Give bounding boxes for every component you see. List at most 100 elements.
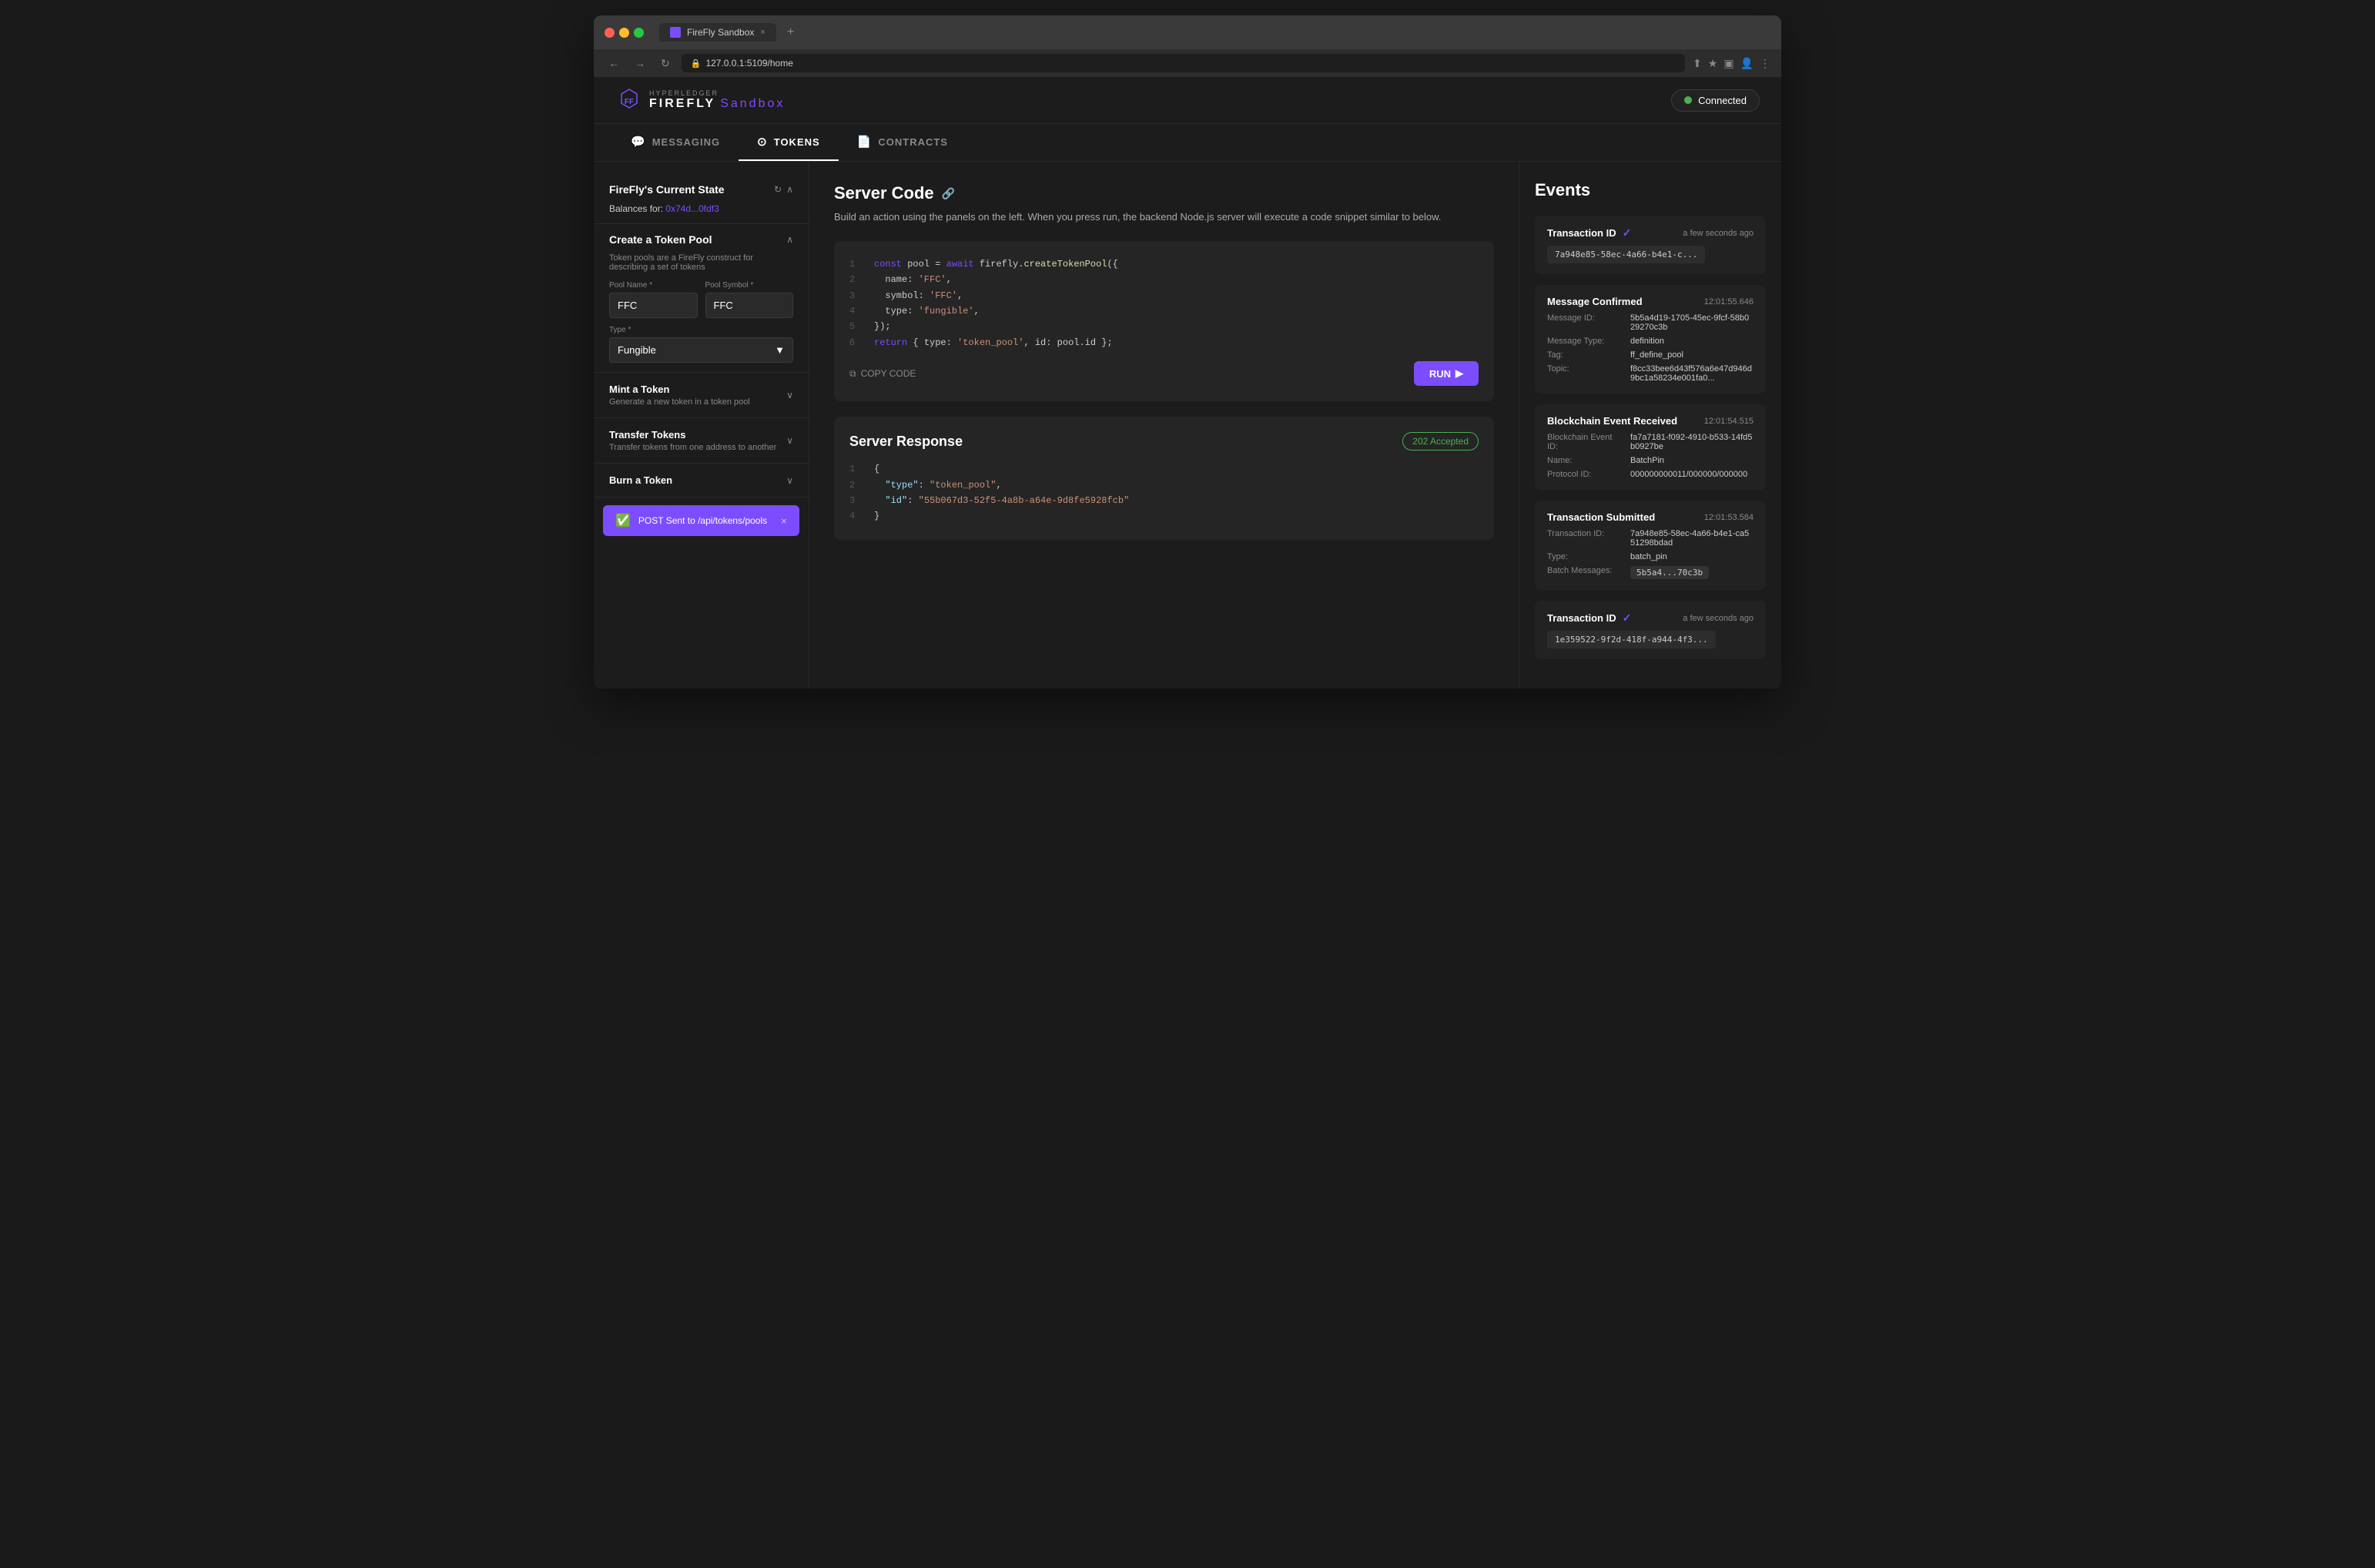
- close-window-button[interactable]: [605, 28, 615, 38]
- transfer-tokens-chevron[interactable]: ∨: [786, 435, 793, 446]
- event-card-transaction-id-1: Transaction ID ✓ a few seconds ago 7a948…: [1535, 216, 1766, 274]
- event-card-blockchain-event: Blockchain Event Received 12:01:54.515 B…: [1535, 404, 1766, 490]
- batch-messages-label: Batch Messages:: [1547, 566, 1624, 579]
- status-badge: 202 Accepted: [1402, 432, 1479, 451]
- bookmark-icon[interactable]: ★: [1708, 57, 1718, 70]
- event-row-tag: Tag: ff_define_pool: [1547, 350, 1754, 360]
- event-card-2-header: Message Confirmed 12:01:55.646: [1547, 296, 1754, 307]
- reload-button[interactable]: ↻: [657, 55, 674, 72]
- url-input[interactable]: 🔒 127.0.0.1:5109/home: [682, 54, 1685, 72]
- events-title: Events: [1535, 180, 1766, 200]
- tab-contracts-label: CONTRACTS: [878, 136, 948, 148]
- pool-name-symbol-row: Pool Name * Pool Symbol *: [609, 281, 793, 318]
- pool-type-label: Type *: [609, 326, 793, 334]
- create-pool-toggle[interactable]: ∧: [786, 234, 793, 245]
- burn-token-header[interactable]: Burn a Token ∨: [609, 474, 793, 486]
- maximize-window-button[interactable]: [634, 28, 644, 38]
- server-response-title: Server Response: [849, 434, 963, 450]
- copy-code-label: COPY CODE: [861, 368, 916, 379]
- toast-message: POST Sent to /api/tokens/pools: [638, 515, 767, 526]
- url-text: 127.0.0.1:5109/home: [705, 58, 792, 69]
- server-code-desc: Build an action using the panels on the …: [834, 209, 1494, 226]
- toast-notification: ✅ POST Sent to /api/tokens/pools ×: [603, 505, 799, 536]
- txn-type-label: Type:: [1547, 552, 1624, 561]
- collapse-icon[interactable]: ∧: [786, 184, 793, 195]
- link-icon[interactable]: 🔗: [942, 187, 955, 200]
- tab-contracts[interactable]: 📄 CONTRACTS: [839, 124, 966, 161]
- svg-text:FF: FF: [625, 98, 634, 106]
- balance-address: 0x74d...0fdf3: [665, 203, 719, 214]
- toast-close-button[interactable]: ×: [781, 515, 787, 527]
- chevron-down-icon: ▼: [775, 344, 785, 356]
- transfer-tokens-title: Transfer Tokens: [609, 429, 776, 441]
- msg-id-value: 5b5a4d19-1705-45ec-9fcf-58b029270c3b: [1630, 313, 1754, 332]
- pool-symbol-input[interactable]: [705, 293, 794, 318]
- tag-label: Tag:: [1547, 350, 1624, 360]
- event-card-transaction-submitted: Transaction Submitted 12:01:53.584 Trans…: [1535, 501, 1766, 590]
- pool-symbol-field: Pool Symbol *: [705, 281, 794, 318]
- logo-firefly: FIREFLYSandbox: [649, 97, 785, 111]
- response-line-3: 3 "id": "55b067d3-52f5-4a8b-a64e-9d8fe59…: [849, 493, 1479, 508]
- event-card-1-header: Transaction ID ✓ a few seconds ago: [1547, 226, 1754, 240]
- pool-name-input[interactable]: [609, 293, 698, 318]
- minimize-window-button[interactable]: [619, 28, 629, 38]
- logo-area: FF HYPERLEDGER FIREFLYSandbox: [615, 86, 785, 114]
- refresh-icon[interactable]: ↻: [774, 184, 782, 195]
- tab-close-button[interactable]: ×: [760, 28, 765, 37]
- nav-tabs: 💬 MESSAGING ⊙ TOKENS 📄 CONTRACTS: [594, 124, 1781, 162]
- transaction-id-badge-2: 1e359522-9f2d-418f-a944-4f3...: [1547, 631, 1716, 648]
- msg-type-value: definition: [1630, 337, 1664, 346]
- connected-indicator: [1684, 96, 1692, 104]
- code-line-4: 4 type: 'fungible',: [849, 303, 1479, 319]
- bc-id-label: Blockchain Event ID:: [1547, 433, 1624, 451]
- server-code-title: Server Code: [834, 183, 934, 203]
- topic-label: Topic:: [1547, 364, 1624, 383]
- mint-token-title: Mint a Token: [609, 384, 750, 395]
- transfer-tokens-desc: Transfer tokens from one address to anot…: [609, 443, 776, 452]
- msg-id-label: Message ID:: [1547, 313, 1624, 332]
- copy-code-button[interactable]: ⧉ COPY CODE: [849, 368, 916, 380]
- tag-value: ff_define_pool: [1630, 350, 1683, 360]
- browser-titlebar: FireFly Sandbox × +: [594, 15, 1781, 49]
- new-tab-button[interactable]: +: [782, 25, 799, 39]
- burn-token-chevron[interactable]: ∨: [786, 475, 793, 486]
- mint-token-chevron[interactable]: ∨: [786, 390, 793, 400]
- protocol-id-label: Protocol ID:: [1547, 470, 1624, 479]
- toast-check-icon: ✅: [615, 513, 631, 528]
- connected-badge: Connected: [1671, 89, 1760, 112]
- menu-icon[interactable]: ⋮: [1760, 57, 1770, 70]
- transfer-tokens-header[interactable]: Transfer Tokens Transfer tokens from one…: [609, 429, 793, 452]
- sidebar-icon[interactable]: ▣: [1723, 57, 1734, 70]
- code-line-3: 3 symbol: 'FFC',: [849, 288, 1479, 303]
- event-row-topic: Topic: f8cc33bee6d43f576a6e47d946d9bc1a5…: [1547, 364, 1754, 383]
- burn-token-text: Burn a Token: [609, 474, 672, 486]
- state-toggle[interactable]: ↻ ∧: [774, 184, 793, 195]
- event-card-5-header: Transaction ID ✓ a few seconds ago: [1547, 611, 1754, 625]
- event-time-4: 12:01:53.584: [1704, 513, 1754, 522]
- app-header: FF HYPERLEDGER FIREFLYSandbox Connected: [594, 77, 1781, 124]
- bc-id-value: fa7a7181-f092-4910-b533-14fd5b0927be: [1630, 433, 1754, 451]
- forward-button[interactable]: →: [631, 55, 649, 71]
- tab-tokens[interactable]: ⊙ TOKENS: [739, 124, 839, 161]
- mint-token-header[interactable]: Mint a Token Generate a new token in a t…: [609, 384, 793, 407]
- tab-messaging[interactable]: 💬 MESSAGING: [612, 124, 739, 161]
- run-button[interactable]: RUN ▶: [1414, 361, 1479, 386]
- logo-sandbox: Sandbox: [720, 97, 785, 110]
- server-code-block: 1 const pool = await firefly.createToken…: [834, 241, 1494, 401]
- event-row-msg-id: Message ID: 5b5a4d19-1705-45ec-9fcf-58b0…: [1547, 313, 1754, 332]
- event-type-5: Transaction ID ✓: [1547, 611, 1631, 625]
- event-time-5: a few seconds ago: [1683, 614, 1754, 623]
- pool-type-select[interactable]: Fungible ▼: [609, 337, 793, 363]
- copy-icon: ⧉: [849, 368, 856, 380]
- browser-tab[interactable]: FireFly Sandbox ×: [659, 23, 776, 42]
- back-button[interactable]: ←: [605, 55, 623, 71]
- event-type-3: Blockchain Event Received: [1547, 415, 1677, 427]
- message-confirmed-label: Message Confirmed: [1547, 296, 1643, 307]
- txn-id-label: Transaction ID:: [1547, 529, 1624, 548]
- response-header: Server Response 202 Accepted: [849, 432, 1479, 451]
- msg-type-label: Message Type:: [1547, 337, 1624, 346]
- response-line-4: 4 }: [849, 508, 1479, 524]
- profile-icon[interactable]: 👤: [1740, 57, 1754, 70]
- transaction-id-badge-1: 7a948e85-58ec-4a66-b4e1-c...: [1547, 246, 1705, 263]
- share-icon[interactable]: ⬆: [1693, 57, 1702, 70]
